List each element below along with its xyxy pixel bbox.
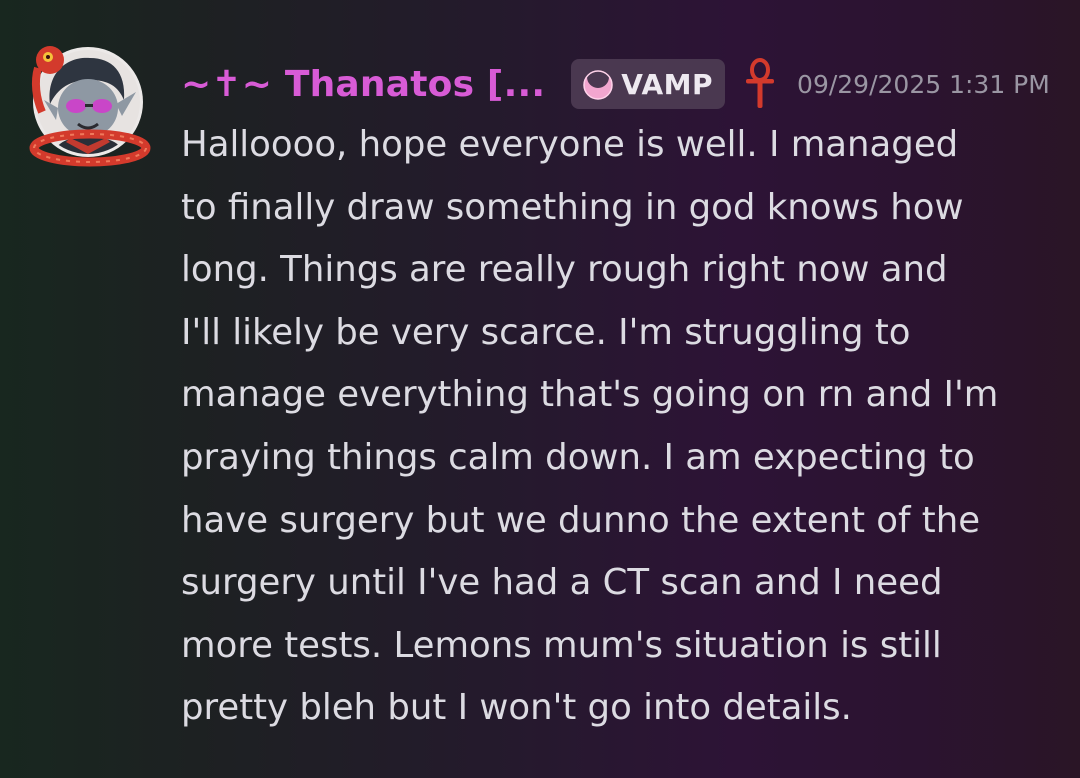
guild-tag-badge[interactable]: VAMP [571, 59, 726, 109]
message-line: surgery until I've had a CT scan and I n… [181, 562, 943, 604]
chat-message: ~✝~ Thanatos [... VAMP 09/29/2025 1:31 P… [0, 0, 1080, 778]
vampire-avatar-icon [29, 46, 151, 167]
message-line: praying things calm down. I am expecting… [181, 436, 975, 478]
message-line: have surgery but we dunno the extent of … [181, 499, 981, 541]
message-line: Halloooo, hope everyone is well. I manag… [181, 124, 959, 165]
message-line: manage everything that's going on rn and… [181, 374, 999, 416]
author-name[interactable]: ~✝~ Thanatos [... [181, 64, 545, 105]
message-line: to finally draw something in god knows h… [181, 186, 964, 228]
message-line: long. Things are really rough right now … [181, 249, 948, 291]
guild-tag-label: VAMP [621, 67, 714, 101]
user-avatar[interactable] [28, 42, 154, 168]
message-timestamp[interactable]: 09/29/2025 1:31 PM [797, 70, 1050, 99]
ankh-icon[interactable] [743, 58, 777, 110]
message-line: I'll likely be very scarce. I'm struggli… [181, 311, 911, 353]
message-line: more tests. Lemons mum's situation is st… [181, 624, 942, 666]
message-line: pretty bleh but I won't go into details. [181, 687, 852, 729]
crescent-moon-icon [583, 67, 613, 100]
message-content: Halloooo, hope everyone is well. I manag… [181, 114, 1051, 740]
message-header: ~✝~ Thanatos [... VAMP 09/29/2025 1:31 P… [181, 56, 1050, 112]
